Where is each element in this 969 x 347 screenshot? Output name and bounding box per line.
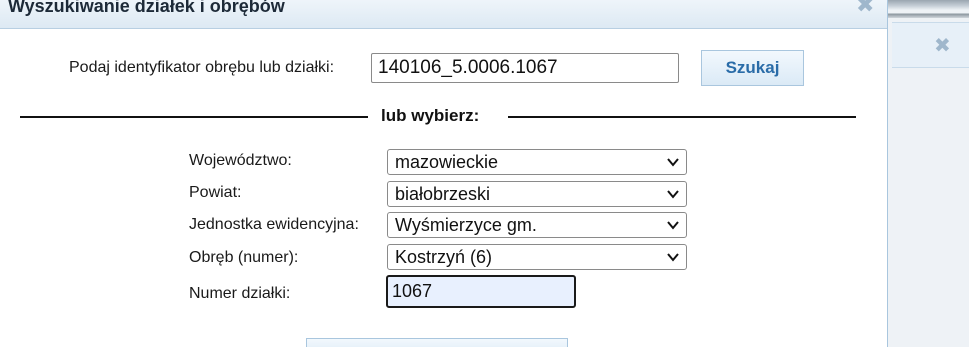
registry-unit-select[interactable]: Wyśmierzyce gm. <box>387 212 687 238</box>
chevron-down-icon <box>667 221 679 230</box>
side-panel-header-strip <box>888 0 969 18</box>
dialog-title: Wyszukiwanie działek i obrębów <box>8 0 285 16</box>
close-icon[interactable]: ✖ <box>934 35 951 57</box>
search-parcels-dialog: Wyszukiwanie działek i obrębów ✖ Podaj i… <box>0 0 888 347</box>
voivodeship-value: mazowieckie <box>395 152 499 172</box>
separator-label: lub wybierz: <box>381 106 480 125</box>
registry-unit-value: Wyśmierzyce gm. <box>395 215 537 235</box>
chevron-down-icon <box>667 158 679 167</box>
precinct-label: Obręb (numer): <box>189 249 299 266</box>
voivodeship-label: Województwo: <box>189 152 292 169</box>
county-select[interactable]: białobrzeski <box>387 181 687 207</box>
identifier-search-input[interactable] <box>371 53 679 83</box>
county-value: białobrzeski <box>395 184 491 204</box>
chevron-down-icon <box>667 253 679 262</box>
voivodeship-select[interactable]: mazowieckie <box>387 149 687 175</box>
parcel-number-input[interactable] <box>386 275 576 308</box>
separator-line-right <box>508 116 856 118</box>
side-panel-titlebar: ✖ <box>892 22 969 68</box>
registry-unit-label: Jednostka ewidencyjna: <box>189 216 359 233</box>
close-icon[interactable]: ✖ <box>856 0 874 16</box>
precinct-value: Kostrzyń (6) <box>395 247 493 267</box>
county-label: Powiat: <box>189 184 242 201</box>
parcel-number-label: Numer działki: <box>189 285 291 302</box>
search-label: Podaj identyfikator obrębu lub działki: <box>69 59 335 76</box>
separator-line-left <box>20 116 368 118</box>
bottom-action-button[interactable] <box>306 338 568 347</box>
chevron-down-icon <box>667 190 679 199</box>
search-button[interactable]: Szukaj <box>701 50 804 86</box>
dialog-titlebar[interactable]: Wyszukiwanie działek i obrębów ✖ <box>0 0 887 29</box>
precinct-select[interactable]: Kostrzyń (6) <box>387 244 687 270</box>
side-panel: ✖ <box>888 0 969 347</box>
